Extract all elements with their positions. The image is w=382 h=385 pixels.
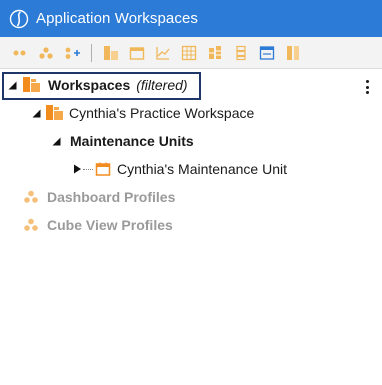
profiles-group-icon bbox=[23, 217, 39, 233]
form-icon[interactable] bbox=[256, 42, 278, 64]
tree-node-maintenance-units[interactable]: Maintenance Units bbox=[50, 128, 194, 154]
expand-arrow-icon[interactable] bbox=[71, 163, 83, 175]
maintenance-units-label: Maintenance Units bbox=[70, 133, 194, 149]
add-people-icon[interactable] bbox=[61, 42, 83, 64]
tree-node-dashboard-profiles[interactable]: Dashboard Profiles bbox=[23, 184, 175, 210]
toolbar bbox=[0, 37, 382, 69]
panel-icon[interactable] bbox=[282, 42, 304, 64]
workspace-tree: Workspaces (filtered) Cynthia's Practice… bbox=[0, 69, 382, 385]
workspaces-folder-icon bbox=[22, 76, 42, 94]
kebab-dot bbox=[365, 91, 369, 94]
stacked-blocks-icon[interactable] bbox=[204, 42, 226, 64]
filtered-label: (filtered) bbox=[136, 77, 188, 93]
kebab-dot bbox=[365, 80, 369, 83]
grid-icon[interactable] bbox=[178, 42, 200, 64]
tree-node-cube-view-profiles[interactable]: Cube View Profiles bbox=[23, 212, 173, 238]
tree-node-workspaces[interactable]: Workspaces (filtered) bbox=[6, 72, 188, 98]
tree-connector bbox=[83, 168, 93, 170]
collapse-arrow-icon[interactable] bbox=[30, 107, 42, 119]
chart-icon[interactable] bbox=[152, 42, 174, 64]
collapse-arrow-icon[interactable] bbox=[50, 135, 62, 147]
kebab-dot bbox=[365, 85, 369, 89]
maintenance-unit-icon bbox=[95, 161, 111, 177]
collapse-all-icon[interactable] bbox=[9, 42, 31, 64]
practice-workspace-label: Cynthia's Practice Workspace bbox=[69, 105, 255, 121]
more-options-icon[interactable] bbox=[364, 80, 370, 94]
maintenance-unit-label: Cynthia's Maintenance Unit bbox=[117, 161, 287, 177]
profiles-group-icon bbox=[23, 189, 39, 205]
toolbar-separator bbox=[91, 43, 92, 62]
dashboard-profiles-label: Dashboard Profiles bbox=[47, 189, 176, 205]
layers-icon[interactable] bbox=[230, 42, 252, 64]
collapse-arrow-icon[interactable] bbox=[6, 79, 18, 91]
workspace-icon[interactable] bbox=[100, 42, 122, 64]
onestream-logo-icon bbox=[8, 8, 30, 30]
workspaces-label: Workspaces bbox=[48, 77, 131, 93]
tree-node-maintenance-unit[interactable]: Cynthia's Maintenance Unit bbox=[71, 156, 287, 182]
calendar-icon[interactable] bbox=[126, 42, 148, 64]
cube-view-profiles-label: Cube View Profiles bbox=[47, 217, 173, 233]
application-workspaces-panel: Application Workspaces Workspaces (filte… bbox=[0, 0, 382, 385]
people-group-icon[interactable] bbox=[35, 42, 57, 64]
title-bar: Application Workspaces bbox=[0, 0, 382, 37]
window-title: Application Workspaces bbox=[36, 10, 198, 27]
tree-node-practice-workspace[interactable]: Cynthia's Practice Workspace bbox=[30, 100, 254, 126]
workspace-icon bbox=[45, 104, 65, 122]
